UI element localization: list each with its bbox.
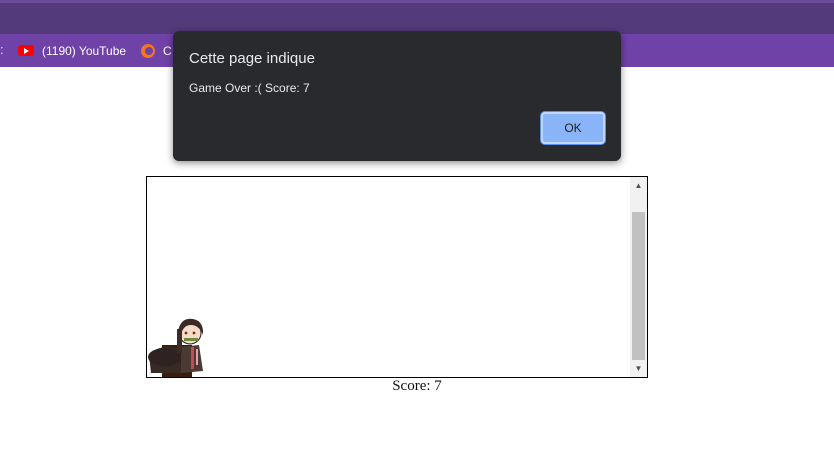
alert-dialog: Cette page indique Game Over :( Score: 7… <box>173 31 621 161</box>
ok-button[interactable]: OK <box>541 112 605 144</box>
dialog-title: Cette page indique <box>189 50 315 67</box>
youtube-icon <box>18 45 34 56</box>
browser-tab-strip <box>0 0 834 34</box>
bookmark-youtube-label: (1190) YouTube <box>42 43 127 58</box>
bookmark-crunchyroll-label: C <box>163 43 172 58</box>
crunchyroll-icon <box>141 43 155 58</box>
dialog-message: Game Over :( Score: 7 <box>189 81 310 95</box>
scroll-down-arrow-icon[interactable]: ▼ <box>630 360 647 377</box>
scrollbar-thumb[interactable] <box>632 212 645 360</box>
bookmark-crunchyroll[interactable]: C <box>141 34 172 67</box>
score-label: Score: 7 <box>392 378 442 394</box>
player-character <box>148 318 204 373</box>
game-canvas[interactable]: ▲ ▼ <box>146 176 648 378</box>
scroll-up-arrow-icon[interactable]: ▲ <box>630 177 647 194</box>
bookmark-youtube[interactable]: (1190) YouTube <box>18 34 126 67</box>
vertical-scrollbar[interactable]: ▲ ▼ <box>630 177 647 377</box>
bookmark-overflow-fragment: : <box>0 42 4 57</box>
